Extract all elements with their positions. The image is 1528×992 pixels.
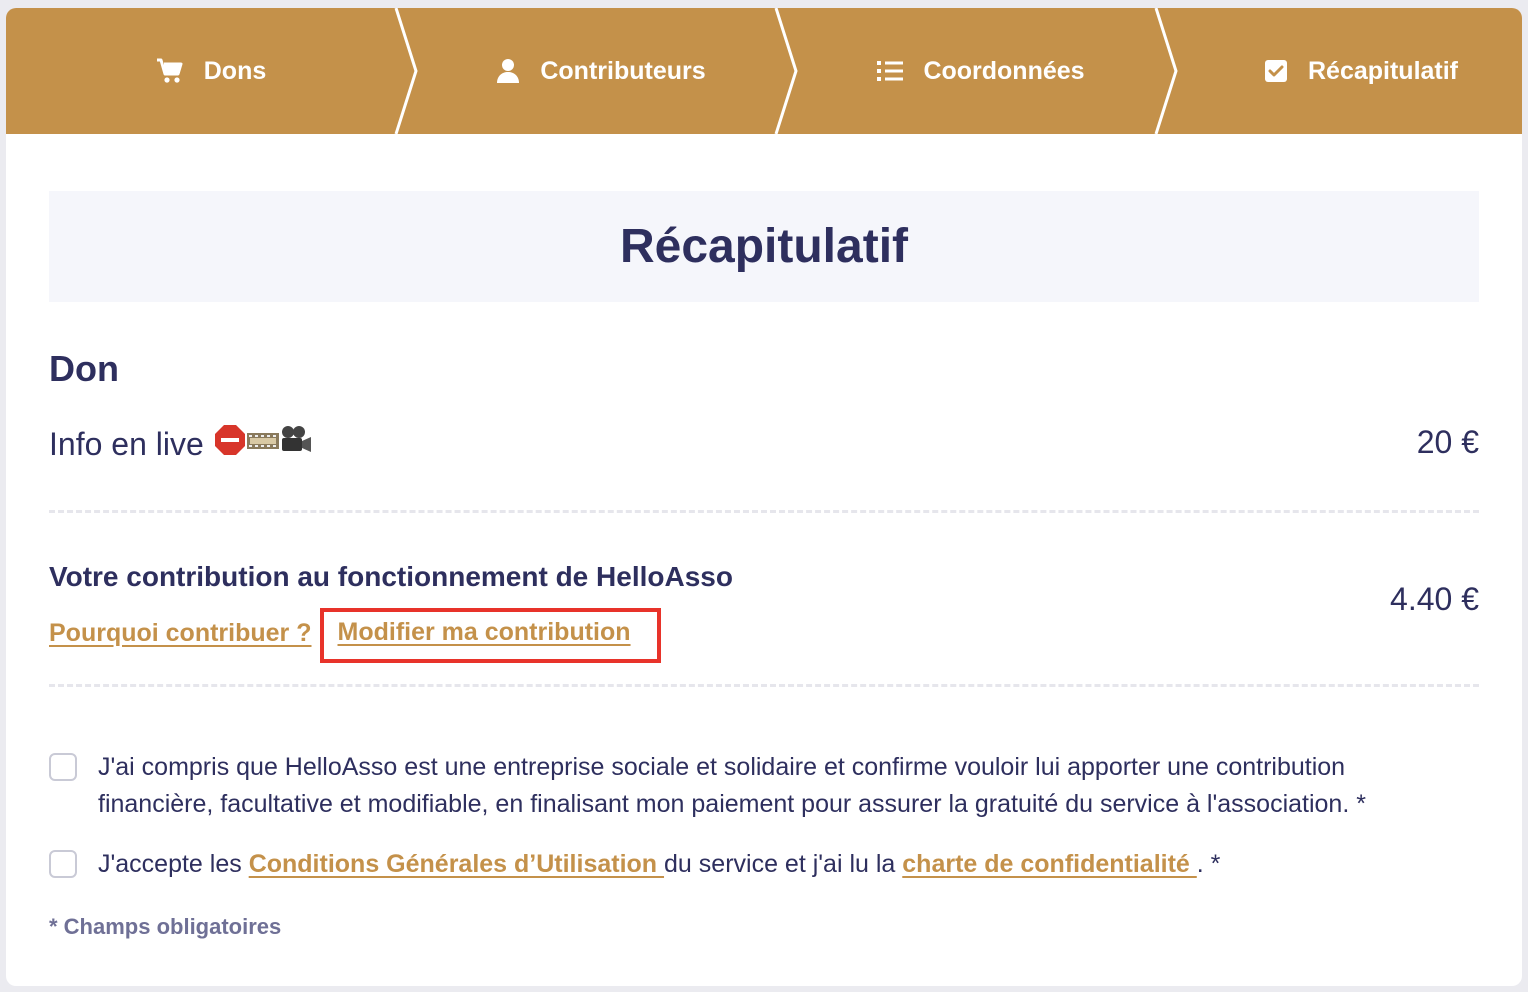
don-section-title: Don [49, 348, 119, 389]
user-icon [496, 58, 520, 84]
don-amount: 20 € [1416, 424, 1479, 460]
step-label: Contributeurs [540, 56, 706, 85]
page-title-box: Récapitulatif [49, 191, 1479, 302]
step-label: Dons [203, 56, 267, 85]
contribution-title: Votre contribution au fonctionnement de … [49, 561, 733, 592]
checkbox-checked-icon [1264, 59, 1288, 83]
film-strip-icon [246, 426, 280, 463]
privacy-charter-link[interactable]: charte de confidentialité [902, 850, 1197, 878]
cgu-checkbox[interactable] [49, 850, 77, 878]
modify-contribution-link[interactable]: Modifier ma contribution [338, 618, 631, 646]
mandatory-fields-note: * Champs obligatoires [49, 914, 282, 939]
don-emojis [214, 424, 312, 464]
checkout-card: Dons Contributeurs Coordonnées Récapitul… [6, 8, 1522, 986]
don-name-wrap: Info en live [49, 424, 312, 464]
contribution-links: Pourquoi contribuer ? Modifier ma contri… [49, 606, 661, 663]
step-label: Coordonnées [923, 56, 1085, 85]
step-recapitulatif[interactable]: Récapitulatif [1166, 8, 1522, 134]
cgu-suffix: . * [1196, 850, 1221, 878]
solidarity-consent-text: J'ai compris que HelloAsso est une entre… [98, 753, 1366, 818]
cgu-consent-text: J'accepte les Conditions Générales d’Uti… [98, 846, 1220, 883]
page-title: Récapitulatif [619, 220, 909, 273]
stop-sign-icon [214, 424, 246, 464]
divider [49, 684, 1479, 687]
don-name: Info en live [49, 425, 204, 462]
cgu-prefix: J'accepte les [98, 850, 249, 878]
checkout-stepper: Dons Contributeurs Coordonnées Récapitul… [6, 8, 1522, 134]
step-contributeurs[interactable]: Contributeurs [406, 8, 796, 134]
step-label: Récapitulatif [1307, 56, 1459, 85]
solidarity-checkbox[interactable] [49, 753, 77, 781]
why-contribute-link[interactable]: Pourquoi contribuer ? [49, 619, 312, 648]
highlight-box: Modifier ma contribution [319, 608, 661, 663]
cgu-consent-row: J'accepte les Conditions Générales d’Uti… [49, 846, 1220, 883]
divider [49, 510, 1479, 513]
list-icon [877, 60, 904, 82]
cgu-middle: du service et j'ai lu la [664, 850, 903, 878]
step-dons[interactable]: Dons [6, 8, 416, 134]
don-row: Info en live 20 € [49, 420, 1479, 470]
contribution-amount: 4.40 € [1390, 581, 1479, 617]
movie-camera-icon [280, 425, 312, 463]
cart-icon [156, 58, 184, 84]
solidarity-consent-row: J'ai compris que HelloAsso est une entre… [49, 749, 1449, 823]
step-coordonnees[interactable]: Coordonnées [786, 8, 1176, 134]
cgu-link[interactable]: Conditions Générales d’Utilisation [249, 850, 664, 878]
